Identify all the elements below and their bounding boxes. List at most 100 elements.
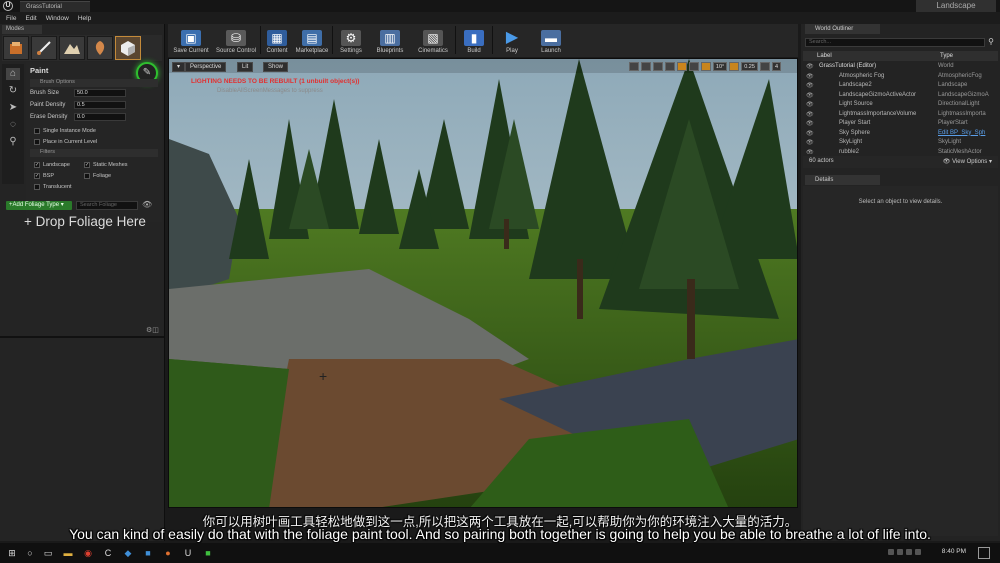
translate-icon[interactable] xyxy=(628,62,639,71)
search-icon[interactable]: ○ xyxy=(24,547,36,559)
visibility-icon[interactable]: 👁 xyxy=(806,101,814,108)
details-tab[interactable]: Details xyxy=(805,175,880,185)
add-foliage-type-button[interactable]: +Add Foliage Type ▾ xyxy=(6,201,72,210)
list-item[interactable]: 👁 GrassTutorial (Editor) World xyxy=(803,62,998,72)
filter-translucent-checkbox[interactable] xyxy=(34,183,40,190)
network-icon[interactable] xyxy=(888,549,894,555)
select-icon[interactable]: ⌂ xyxy=(6,68,20,80)
play-button[interactable]: ▶ Play xyxy=(494,24,530,56)
eye-icon[interactable]: 👁 xyxy=(142,200,152,209)
chrome-icon[interactable]: ◉ xyxy=(82,547,94,559)
clock[interactable]: 8:40 PM xyxy=(942,548,966,555)
app-p-icon[interactable]: ● xyxy=(162,547,174,559)
lit-button[interactable]: Lit xyxy=(237,62,254,72)
explorer-icon[interactable]: ▬ xyxy=(62,547,74,559)
paint-icon[interactable]: ↻ xyxy=(6,85,20,97)
filter-foliage-checkbox[interactable] xyxy=(84,172,90,179)
camera-speed-icon[interactable] xyxy=(759,62,770,71)
launch-button[interactable]: ▬ Launch xyxy=(531,24,571,56)
cinematics-button[interactable]: ▧ Cinematics xyxy=(412,24,454,56)
rotation-snap-value[interactable]: 10° xyxy=(712,62,728,71)
language-icon[interactable] xyxy=(915,549,921,555)
notification-icon[interactable] xyxy=(978,547,990,559)
volume-icon[interactable] xyxy=(897,549,903,555)
rotation-snap-icon[interactable] xyxy=(700,62,711,71)
visibility-icon[interactable]: 👁 xyxy=(806,130,814,137)
filter-landscape[interactable]: ✓ Landscape xyxy=(34,160,70,169)
rotate-icon[interactable] xyxy=(640,62,651,71)
grid-snap-icon[interactable] xyxy=(676,62,687,71)
blueprints-button[interactable]: ▥ Blueprints xyxy=(369,24,411,56)
list-item[interactable]: 👁 rubble2 StaticMeshActor xyxy=(803,148,998,155)
filter-bsp-checkbox[interactable]: ✓ xyxy=(34,172,40,179)
list-item[interactable]: 👁 Landscape2 Landscape xyxy=(803,81,998,91)
show-button[interactable]: Show xyxy=(263,62,289,72)
outliner-search-input[interactable]: Search... xyxy=(805,38,985,47)
list-item[interactable]: 👁 SkyLight SkyLight xyxy=(803,138,998,148)
battery-icon[interactable] xyxy=(906,549,912,555)
filters-header[interactable]: Filters xyxy=(30,149,158,157)
view-options-button[interactable]: 👁 View Options ▾ xyxy=(943,158,992,165)
landscape-mode-icon[interactable] xyxy=(59,36,85,60)
settings-corner-icon[interactable]: ⚙◫ xyxy=(146,326,159,334)
content-button[interactable]: ▦ Content xyxy=(262,24,292,56)
list-item[interactable]: 👁 Atmospheric Fog AtmosphericFog xyxy=(803,72,998,82)
grid-size-icon[interactable] xyxy=(688,62,699,71)
filter-landscape-checkbox[interactable]: ✓ xyxy=(34,161,40,168)
lasso-icon[interactable]: ◌ xyxy=(6,119,20,131)
type-column-header[interactable]: Type xyxy=(940,53,953,59)
marketplace-button[interactable]: ▤ Marketplace xyxy=(293,24,331,56)
visibility-icon[interactable]: 👁 xyxy=(806,82,814,89)
menu-window[interactable]: Window xyxy=(46,15,69,22)
place-mode-icon[interactable] xyxy=(3,36,29,60)
erase-density-input[interactable]: 0.0 xyxy=(74,113,126,121)
list-item[interactable]: 👁 Light Source DirectionalLight xyxy=(803,100,998,110)
app-m-icon[interactable]: ◆ xyxy=(122,547,134,559)
level-viewport[interactable]: ▾ Perspective Lit Show 10° 0.25 4 LIGHTI… xyxy=(168,58,798,508)
menu-help[interactable]: Help xyxy=(78,15,91,22)
paint-mode-icon[interactable] xyxy=(31,36,57,60)
brush-size-input[interactable]: 50.0 xyxy=(74,89,126,97)
perspective-button[interactable]: Perspective xyxy=(185,62,227,72)
visibility-icon[interactable]: 👁 xyxy=(806,139,814,146)
save-current-button[interactable]: ▣ Save Current xyxy=(170,24,212,56)
menu-edit[interactable]: Edit xyxy=(25,15,36,22)
start-icon[interactable]: ⊞ xyxy=(6,547,18,559)
drop-foliage-area[interactable]: + Drop Foliage Here xyxy=(24,214,146,229)
filter-static-meshes-checkbox[interactable]: ✓ xyxy=(84,161,90,168)
document-tab[interactable]: GrassTutorial xyxy=(20,1,90,12)
visibility-icon[interactable]: 👁 xyxy=(806,92,814,99)
list-item[interactable]: 👁 LandscapeGizmoActiveActor LandscapeGizmo… xyxy=(803,91,998,101)
menu-file[interactable]: File xyxy=(6,15,16,22)
edit-blueprint-link[interactable]: Edit BP_Sky_Sph xyxy=(938,130,985,136)
app-green-icon[interactable]: ■ xyxy=(202,547,214,559)
build-button[interactable]: ▮ Build xyxy=(457,24,491,56)
search-icon[interactable]: ⚲ xyxy=(988,37,994,46)
source-control-button[interactable]: ⛁ Source Control xyxy=(213,24,259,56)
list-item[interactable]: 👁 Sky Sphere Edit BP_Sky_Sph xyxy=(803,129,998,139)
label-column-header[interactable]: Label xyxy=(817,53,832,59)
geometry-mode-icon[interactable] xyxy=(115,36,141,60)
paint-density-input[interactable]: 0.5 xyxy=(74,101,126,109)
camera-speed-value[interactable]: 4 xyxy=(771,62,781,71)
single-instance-checkbox[interactable] xyxy=(34,127,40,134)
reapply-icon[interactable]: ➤ xyxy=(6,102,20,114)
world-local-icon[interactable] xyxy=(664,62,675,71)
viewport-menu-button[interactable]: ▾ xyxy=(172,62,186,72)
scale-snap-icon[interactable] xyxy=(729,62,740,71)
settings-button[interactable]: ⚙ Settings xyxy=(334,24,368,56)
visibility-icon[interactable]: 👁 xyxy=(806,73,814,80)
current-level-option[interactable]: Place in Current Level xyxy=(34,137,97,146)
visibility-icon[interactable]: 👁 xyxy=(806,63,814,70)
modes-tab[interactable]: Modes xyxy=(2,25,42,34)
scale-snap-value[interactable]: 0.25 xyxy=(741,62,758,71)
visibility-icon[interactable]: 👁 xyxy=(806,120,814,127)
visibility-icon[interactable]: 👁 xyxy=(806,111,814,118)
world-outliner-tab[interactable]: World Outliner xyxy=(805,24,880,34)
app-c-icon[interactable]: C xyxy=(102,547,114,559)
current-level-checkbox[interactable] xyxy=(34,138,40,145)
foliage-mode-icon[interactable] xyxy=(87,36,113,60)
filter-bsp[interactable]: ✓ BSP xyxy=(34,171,54,180)
filter-translucent[interactable]: Translucent xyxy=(34,182,72,191)
visibility-icon[interactable]: 👁 xyxy=(806,149,814,155)
